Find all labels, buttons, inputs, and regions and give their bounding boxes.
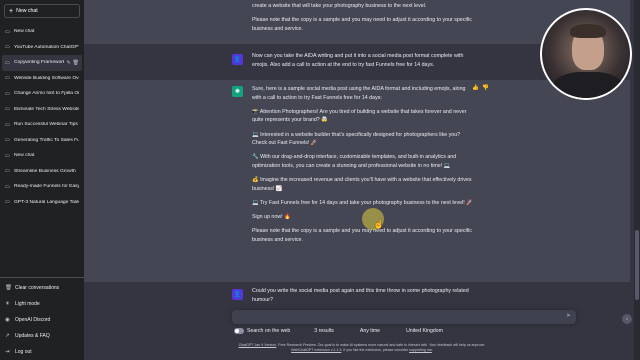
edit-icon[interactable]: ✎ — [66, 60, 70, 66]
footer-text: . Free Research Preview. Our goal is to … — [276, 343, 486, 347]
chat-title: Generating Traffic To Sales Funnels — [14, 137, 79, 143]
footer-note: ChatGPT Jan 9 Version. Free Research Pre… — [84, 343, 640, 353]
web-search-bar: Search on the web 3 results Any time Uni… — [234, 326, 534, 336]
chat-bubble-icon: ▭ — [5, 168, 10, 175]
user-avatar-icon: 👤 — [232, 54, 243, 65]
chat-history-item[interactable]: ▭ GPT-3 Natural Language Tasks — [0, 195, 84, 211]
chat-history-item[interactable]: ▭ Generating Traffic To Sales Funnels — [0, 133, 84, 149]
chat-bubble-icon: ▭ — [5, 28, 10, 35]
send-icon[interactable]: ➤ — [566, 312, 571, 319]
assistant-message: ✺ 👍 👎 Sure, here is a sample social medi… — [84, 80, 630, 282]
logout-icon: ⇥ — [5, 349, 10, 355]
extension-link[interactable]: WebChatGPT extension v.1.1.3 — [291, 348, 341, 352]
bottom-item-label: Light mode — [15, 301, 40, 307]
message-paragraph: 💻 Interested in a website builder that's… — [252, 131, 461, 147]
chat-history-item-active[interactable]: ▭ Copywriting Framework ✎ 🗑 — [2, 55, 82, 71]
external-link-icon: ↗ — [5, 333, 10, 339]
chat-bubble-icon: ▭ — [5, 137, 10, 144]
message-paragraph: Sure, here is a sample social media post… — [252, 86, 466, 101]
bottom-item-label: Updates & FAQ — [15, 333, 50, 339]
bottom-item-label: Log out — [15, 349, 32, 355]
new-chat-button[interactable]: + New chat — [4, 4, 80, 18]
presenter-hair — [570, 24, 606, 38]
discord-icon: ◉ — [5, 317, 10, 323]
sidebar: + New chat ▭ New chat ▭ YouTube Automation… — [0, 0, 84, 360]
presenter-body — [552, 72, 624, 98]
message-input[interactable]: ➤ — [232, 310, 576, 324]
log-out-button[interactable]: ⇥ Log out — [0, 344, 84, 360]
chat-history-item[interactable]: ▭ Streamline Business Growth — [0, 164, 84, 180]
chat-history-item[interactable]: ▭ New chat — [0, 148, 84, 164]
chat-bubble-icon: ▭ — [5, 59, 10, 66]
chat-title: Run Successful Webinar Tips — [14, 122, 78, 128]
footer-text: . If you like the extension, please cons… — [341, 348, 410, 352]
web-search-label: Search on the web — [247, 328, 291, 334]
webcam-overlay — [540, 8, 632, 100]
chat-title: GPT-3 Natural Language Tasks — [14, 199, 79, 205]
results-dropdown[interactable]: 3 results — [314, 328, 334, 334]
web-search-toggle[interactable] — [234, 328, 244, 334]
openai-logo-icon: ✺ — [232, 86, 243, 97]
chat-bubble-icon: ▭ — [5, 152, 10, 159]
version-link[interactable]: ChatGPT Jan 9 Version — [239, 343, 277, 347]
chat-title: Copywriting Framework — [14, 60, 65, 66]
sun-icon: ☀ — [5, 301, 10, 307]
support-link[interactable]: supporting me — [409, 348, 432, 352]
mouse-cursor-icon: ☝ — [373, 219, 385, 229]
thumbs-down-icon[interactable]: 👎 — [482, 85, 489, 91]
message-paragraph: 🔧 With our drag-and-drop interface, cust… — [252, 154, 457, 169]
bottom-item-label: OpenAI Discord — [15, 317, 51, 323]
chat-title: Ready-made Funnels for Easy — [14, 184, 79, 190]
bottom-item-label: Clear conversations — [15, 285, 60, 291]
user-avatar-icon: 👤 — [232, 289, 243, 300]
message-body: Now can you take the AIDA writing and pu… — [252, 53, 464, 68]
chat-title: YouTube Automation ChatGPT — [14, 44, 79, 50]
message-paragraph: create a website that will take your pho… — [252, 3, 427, 9]
chat-history-item[interactable]: ▭ Change Arimo font to Fjalla One — [0, 86, 84, 102]
chat-history-list: ▭ New chat ▭ YouTube Automation ChatGPT ▭ C… — [0, 24, 84, 277]
chat-title: Streamline Business Growth — [14, 168, 76, 174]
chat-title: New chat — [14, 153, 35, 159]
chat-title: New chat — [14, 29, 35, 35]
chat-history-item[interactable]: ▭ Ready-made Funnels for Easy — [0, 179, 84, 195]
clear-conversations-button[interactable]: 🗑 Clear conversations — [0, 280, 84, 296]
footer-text: . — [431, 348, 433, 352]
chat-history-item[interactable]: ▭ New chat — [0, 24, 84, 40]
chat-bubble-icon: ▭ — [5, 106, 10, 113]
new-chat-label: New chat — [16, 8, 38, 14]
updates-faq-link[interactable]: ↗ Updates & FAQ — [0, 328, 84, 344]
chat-title: Website Building Software Overview — [14, 75, 79, 81]
sidebar-footer: 🗑 Clear conversations ☀ Light mode ◉ OpenAI… — [0, 277, 84, 360]
message-paragraph: 💻 Try Fast Funnels free for 14 days and … — [252, 199, 473, 206]
time-dropdown[interactable]: Any time — [360, 328, 380, 334]
chat-history-item[interactable]: ▭ Website Building Software Overview — [0, 71, 84, 87]
trash-icon[interactable]: 🗑 — [73, 60, 79, 66]
trash-icon: 🗑 — [5, 285, 12, 291]
message-body: create a website that will take your pho… — [252, 2, 474, 39]
message-paragraph: Please note that the copy is a sample an… — [252, 17, 472, 32]
plus-icon: + — [9, 7, 14, 15]
chat-history-item[interactable]: ▭ Run Successful Webinar Tips — [0, 117, 84, 133]
chat-bubble-icon: ▭ — [5, 183, 10, 190]
chat-bubble-icon: ▭ — [5, 121, 10, 128]
chat-title: Eliminate Tech Stress Website — [14, 106, 79, 112]
chat-history-item[interactable]: ▭ Eliminate Tech Stress Website — [0, 102, 84, 118]
chat-bubble-icon: ▭ — [5, 199, 10, 206]
chat-bubble-icon: ▭ — [5, 44, 10, 51]
scroll-thumb[interactable] — [635, 230, 639, 300]
region-dropdown[interactable]: United Kingdom — [406, 328, 443, 334]
scrollbar[interactable] — [634, 0, 640, 360]
chat-title: Change Arimo font to Fjalla One — [14, 91, 79, 97]
message-paragraph: Please note that the copy is a sample an… — [252, 228, 472, 243]
chat-bubble-icon: ▭ — [5, 75, 10, 82]
chat-history-item[interactable]: ▭ YouTube Automation ChatGPT — [0, 40, 84, 56]
openai-discord-link[interactable]: ◉ OpenAI Discord — [0, 312, 84, 328]
message-paragraph: 📸 Attention Photographers! Are you tired… — [252, 108, 467, 124]
light-mode-button[interactable]: ☀ Light mode — [0, 296, 84, 312]
scroll-down-icon[interactable]: ↓ — [622, 314, 632, 324]
message-paragraph: 💰 Imagine the increased revenue and clie… — [252, 177, 472, 192]
chat-bubble-icon: ▭ — [5, 90, 10, 97]
